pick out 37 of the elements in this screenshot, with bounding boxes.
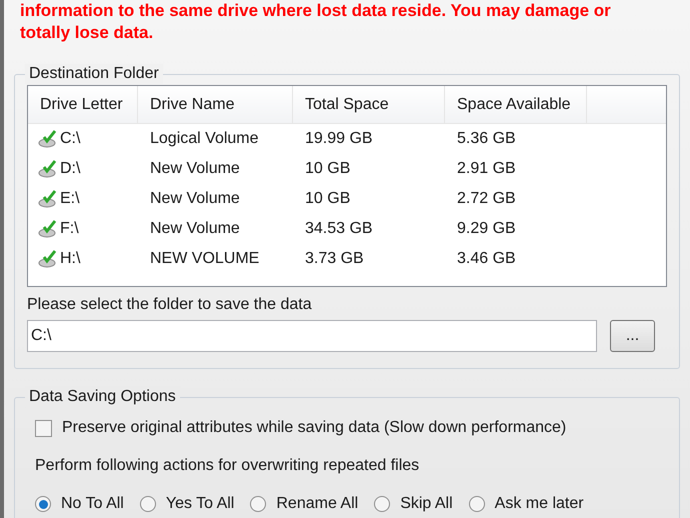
column-header[interactable]: Total Space	[293, 86, 445, 123]
column-header[interactable]: Space Available	[445, 86, 587, 123]
table-cell-text: 2.72 GB	[457, 189, 516, 209]
table-cell-text: 5.36 GB	[457, 129, 516, 149]
table-cell-text: 2.91 GB	[457, 159, 516, 179]
preserve-label: Preserve original attributes while saving data (Slow down performance)	[62, 418, 566, 438]
radio-option[interactable]: Ask me later	[468, 492, 584, 516]
table-cell-text: 19.99 GB	[305, 129, 373, 149]
browse-button[interactable]: ...	[610, 320, 655, 352]
table-cell-text: New Volume	[150, 159, 240, 179]
radio-option[interactable]: Rename All	[250, 492, 358, 516]
table-cell-text: 34.53 GB	[305, 219, 373, 239]
preserve-checkbox[interactable]	[35, 420, 52, 436]
warning-text: information to the same drive where lost data reside. You may damage or totally lose data.	[19, 0, 612, 44]
table-cell-text: 10 GB	[305, 159, 350, 179]
table-cell-text: H:\	[60, 249, 80, 269]
table-cell-text: New Volume	[150, 189, 240, 209]
table-cell-text: 10 GB	[305, 189, 350, 209]
table-cell-text: D:\	[60, 159, 80, 179]
table-cell-text: C:\	[60, 129, 80, 149]
radio-option[interactable]: Yes To All	[140, 492, 234, 516]
table-cell-text: NEW VOLUME	[150, 249, 260, 269]
folder-field[interactable]: C:\	[27, 320, 597, 352]
table-cell-text: New Volume	[150, 219, 240, 239]
table-cell-text: Logical Volume	[150, 129, 259, 149]
radio-option[interactable]: No To All	[35, 492, 124, 516]
folder-label: Please select the folder to save the data	[27, 295, 312, 315]
radio-option[interactable]: Skip All	[374, 492, 453, 516]
table-cell-text: 3.73 GB	[305, 249, 364, 269]
group-title: Data Saving Options	[25, 387, 180, 407]
table-cell-text: 9.29 GB	[457, 219, 516, 239]
table-cell-text: 3.46 GB	[457, 249, 516, 269]
column-header[interactable]: Drive Letter	[28, 86, 138, 123]
column-header[interactable]: Drive Name	[138, 86, 293, 123]
actions-label: Perform following actions for overwriting repeated files	[35, 456, 420, 476]
table-cell-text: E:\	[60, 189, 80, 209]
table-cell-text: F:\	[60, 219, 79, 239]
